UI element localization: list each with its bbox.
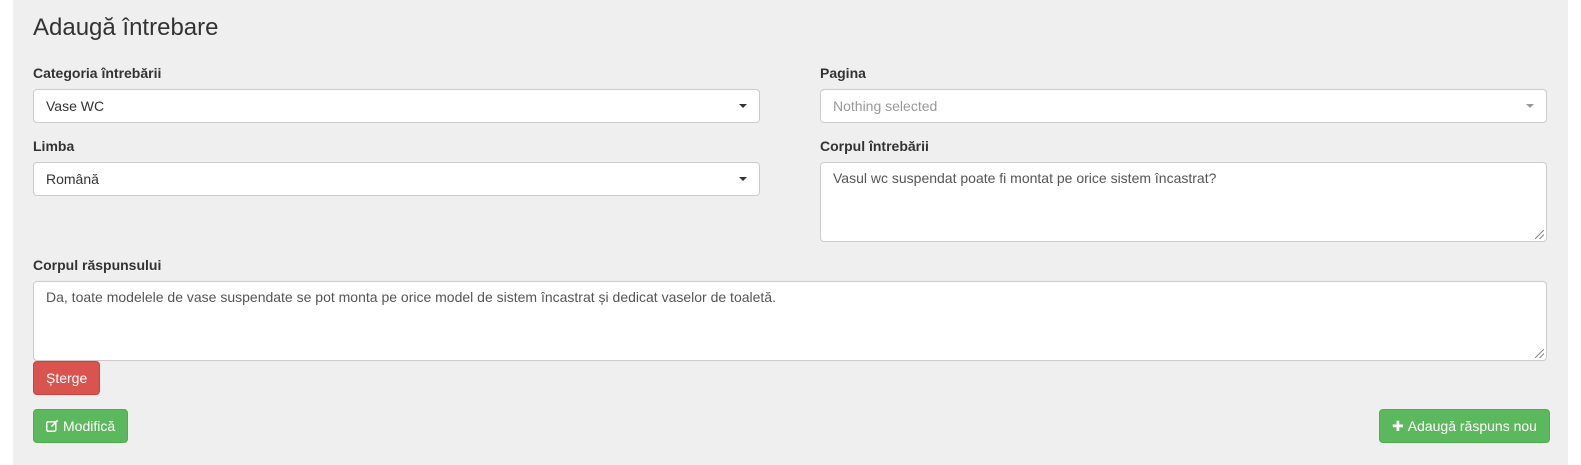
- plus-icon: ✚: [1392, 418, 1404, 434]
- page-label: Pagina: [820, 65, 866, 81]
- caret-down-icon: [1526, 104, 1534, 108]
- resize-grip-icon[interactable]: [1535, 230, 1544, 239]
- answer-body-label: Corpul răspunsului: [33, 257, 162, 273]
- add-answer-button[interactable]: ✚ Adaugă răspuns nou: [1379, 409, 1550, 443]
- edit-icon: [46, 410, 59, 442]
- language-label: Limba: [33, 138, 75, 154]
- question-body-textarea[interactable]: Vasul wc suspendat poate fi montat pe or…: [820, 162, 1547, 242]
- category-select-value: Vase WC: [46, 98, 105, 114]
- question-body-label: Corpul întrebării: [820, 138, 929, 154]
- resize-grip-icon[interactable]: [1535, 349, 1544, 358]
- modify-button[interactable]: Modifică: [33, 409, 129, 443]
- answer-body-text: Da, toate modelele de vase suspendate se…: [46, 289, 776, 305]
- answer-body-textarea[interactable]: Da, toate modelele de vase suspendate se…: [33, 281, 1547, 361]
- add-answer-button-label: Adaugă răspuns nou: [1407, 418, 1537, 434]
- delete-button[interactable]: Șterge: [33, 361, 101, 395]
- page-select[interactable]: Nothing selected: [820, 89, 1547, 123]
- page-select-placeholder: Nothing selected: [833, 98, 938, 114]
- modify-button-label: Modifică: [63, 418, 116, 434]
- page-title: Adaugă întrebare: [33, 14, 219, 41]
- caret-down-icon: [739, 177, 747, 181]
- question-body-text: Vasul wc suspendat poate fi montat pe or…: [833, 170, 1217, 186]
- category-select[interactable]: Vase WC: [33, 89, 760, 123]
- language-select-value: Română: [46, 171, 99, 187]
- category-label: Categoria întrebării: [33, 65, 162, 81]
- language-select[interactable]: Română: [33, 162, 760, 196]
- delete-button-label: Șterge: [46, 370, 88, 386]
- caret-down-icon: [739, 104, 747, 108]
